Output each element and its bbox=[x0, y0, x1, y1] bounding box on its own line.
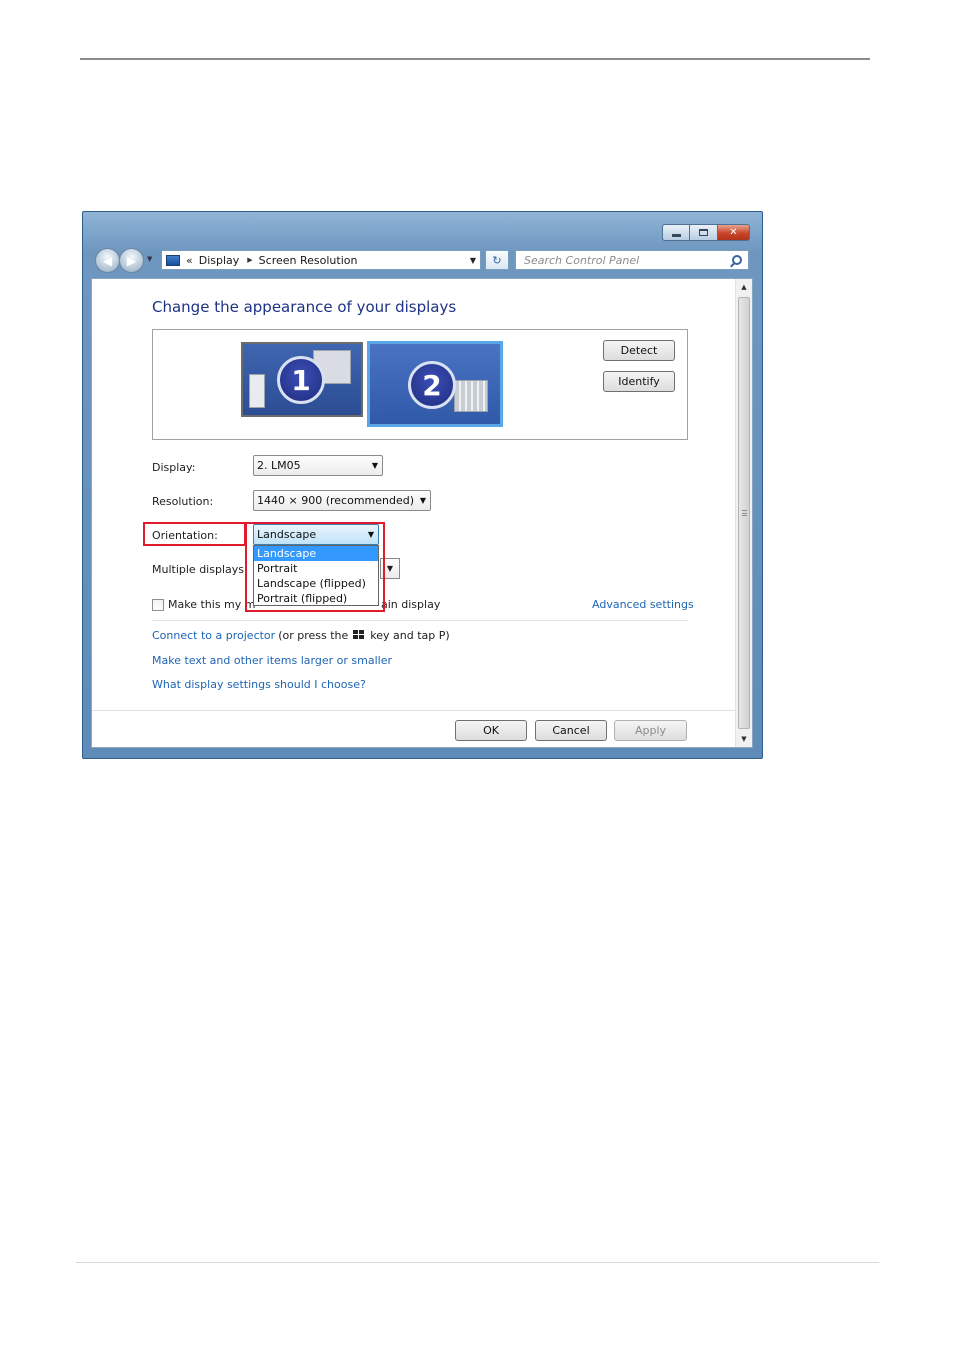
document-bottom-rule bbox=[76, 1262, 879, 1263]
page-title: Change the appearance of your displays bbox=[152, 298, 457, 316]
minimize-icon bbox=[671, 234, 681, 237]
refresh-icon: ↻ bbox=[492, 253, 502, 267]
scrollbar-thumb[interactable] bbox=[738, 297, 750, 729]
vertical-scrollbar[interactable]: ▲ ▼ bbox=[735, 279, 752, 747]
monitor-1-sidebar-preview bbox=[249, 374, 265, 408]
chevron-down-icon: ▼ bbox=[371, 461, 378, 470]
monitor-2-calendar-preview bbox=[454, 380, 488, 412]
close-icon: ✕ bbox=[729, 227, 738, 238]
resolution-label: Resolution: bbox=[152, 495, 214, 508]
ok-button[interactable]: OK bbox=[455, 720, 527, 741]
main-display-label-tail: ain display bbox=[381, 598, 441, 611]
close-button[interactable]: ✕ bbox=[718, 224, 750, 241]
refresh-button[interactable]: ↻ bbox=[485, 250, 509, 270]
control-panel-display-icon bbox=[166, 254, 180, 266]
scroll-down-icon[interactable]: ▼ bbox=[736, 731, 752, 747]
text-size-link[interactable]: Make text and other items larger or smal… bbox=[152, 654, 392, 667]
scroll-up-icon[interactable]: ▲ bbox=[736, 279, 752, 295]
windows-logo-icon bbox=[353, 630, 365, 641]
projector-row: Connect to a projector (or press the key… bbox=[152, 629, 450, 642]
resolution-value: 1440 × 900 (recommended) bbox=[257, 494, 415, 507]
connect-projector-link[interactable]: Connect to a projector bbox=[152, 629, 275, 642]
back-arrow-icon: ◀ bbox=[102, 253, 113, 268]
breadcrumb-separator-icon[interactable]: ▶ bbox=[247, 256, 252, 264]
breadcrumb-display[interactable]: Display bbox=[199, 254, 240, 267]
detect-button[interactable]: Detect bbox=[603, 340, 675, 361]
maximize-icon bbox=[699, 229, 708, 236]
forward-button[interactable]: ▶ bbox=[119, 248, 144, 273]
window-controls: ✕ bbox=[662, 224, 750, 241]
orientation-label-highlight bbox=[143, 522, 246, 546]
display-select[interactable]: 2. LM05 ▼ bbox=[253, 455, 383, 476]
resolution-select[interactable]: 1440 × 900 (recommended) ▼ bbox=[253, 490, 431, 511]
back-button[interactable]: ◀ bbox=[95, 248, 120, 273]
orientation-list-highlight bbox=[245, 522, 385, 612]
multiple-displays-label: Multiple displays: bbox=[152, 563, 248, 576]
recent-pages-chevron-icon[interactable]: ▼ bbox=[147, 255, 152, 263]
advanced-settings-link[interactable]: Advanced settings bbox=[592, 598, 694, 611]
main-display-checkbox[interactable] bbox=[152, 599, 164, 611]
cancel-button[interactable]: Cancel bbox=[535, 720, 607, 741]
main-display-label: Make this my m bbox=[168, 598, 256, 611]
address-bar[interactable]: « Display ▶ Screen Resolution ▼ bbox=[161, 250, 481, 270]
display-label: Display: bbox=[152, 461, 196, 474]
section-divider bbox=[152, 620, 688, 621]
monitor-2[interactable]: 2 bbox=[367, 341, 503, 427]
maximize-button[interactable] bbox=[690, 224, 718, 241]
projector-hint-before: (or press the bbox=[278, 629, 349, 642]
minimize-button[interactable] bbox=[662, 224, 690, 241]
monitor-arrangement-panel: 1 2 Detect Identify bbox=[152, 329, 688, 440]
footer-divider bbox=[92, 710, 736, 711]
display-value: 2. LM05 bbox=[257, 459, 301, 472]
chevron-down-icon: ▼ bbox=[386, 564, 394, 573]
navigation-bar: ◀ ▶ ▼ « Display ▶ Screen Resolution ▼ ↻ … bbox=[93, 248, 753, 273]
address-dropdown-chevron-icon[interactable]: ▼ bbox=[470, 256, 476, 265]
display-settings-help-link[interactable]: What display settings should I choose? bbox=[152, 678, 366, 691]
search-input[interactable]: Search Control Panel bbox=[515, 250, 749, 270]
content-pane: ▲ ▼ Change the appearance of your displa… bbox=[91, 278, 753, 748]
chevron-down-icon: ▼ bbox=[419, 496, 426, 505]
search-placeholder: Search Control Panel bbox=[524, 253, 640, 267]
monitor-1-number-badge: 1 bbox=[277, 356, 325, 404]
projector-hint-after: key and tap P) bbox=[370, 629, 450, 642]
monitor-1[interactable]: 1 bbox=[241, 342, 363, 417]
breadcrumb-screen-resolution[interactable]: Screen Resolution bbox=[259, 254, 358, 267]
breadcrumb-overflow[interactable]: « bbox=[186, 254, 193, 267]
forward-arrow-icon: ▶ bbox=[126, 253, 137, 268]
apply-button[interactable]: Apply bbox=[614, 720, 687, 741]
identify-button[interactable]: Identify bbox=[603, 371, 675, 392]
document-top-rule bbox=[80, 58, 870, 60]
search-icon[interactable] bbox=[732, 255, 742, 265]
monitor-2-number-badge: 2 bbox=[408, 361, 456, 409]
scroll-grip-icon bbox=[742, 510, 747, 516]
screen-resolution-window: ✕ ◀ ▶ ▼ « Display ▶ Screen Resolution ▼ … bbox=[82, 211, 763, 759]
